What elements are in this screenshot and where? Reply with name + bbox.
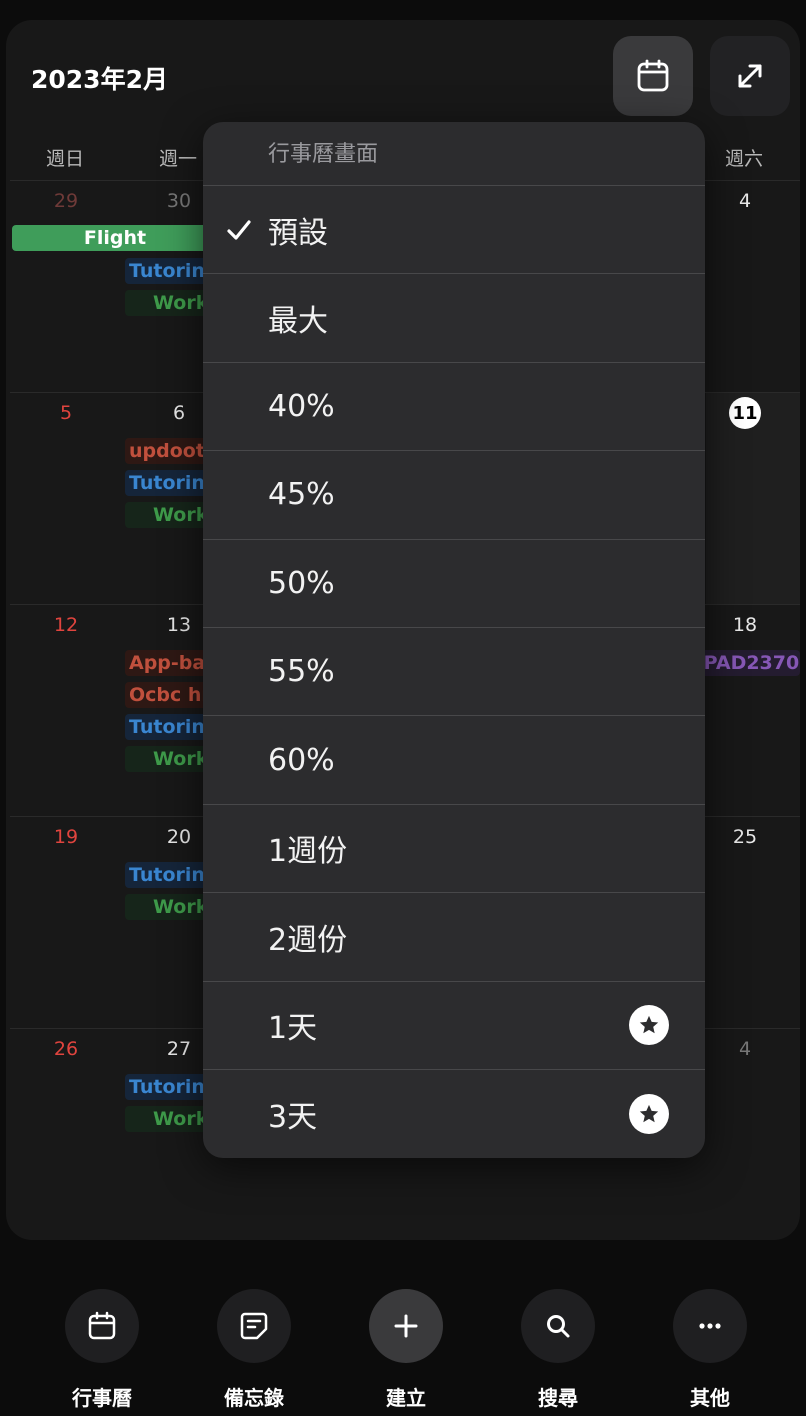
today-badge[interactable]: 11: [729, 397, 761, 429]
tab-label: 其他: [690, 1386, 730, 1410]
menu-item-1-week[interactable]: 1週份: [203, 805, 705, 894]
menu-item-label: 3天: [268, 1100, 318, 1136]
day-cell-number[interactable]: 19: [36, 826, 96, 848]
note-icon: [240, 1312, 268, 1340]
menu-item-label: 60%: [268, 742, 335, 778]
tab-calendar[interactable]: 行事曆: [47, 1289, 157, 1411]
month-title: 2023年2月: [31, 65, 168, 94]
day-cell-number[interactable]: 25: [715, 826, 775, 848]
day-cell-number[interactable]: 12: [36, 614, 96, 636]
day-cell-number[interactable]: 13: [149, 614, 209, 636]
day-cell-number[interactable]: 27: [149, 1038, 209, 1060]
menu-item-40[interactable]: 40%: [203, 363, 705, 452]
day-cell-number[interactable]: 20: [149, 826, 209, 848]
weekday-sat: 週六: [724, 148, 763, 170]
menu-item-60[interactable]: 60%: [203, 716, 705, 805]
tab-label: 行事曆: [72, 1386, 132, 1410]
menu-item-label: 45%: [268, 477, 335, 513]
tab-more[interactable]: 其他: [655, 1289, 765, 1411]
menu-item-label: 1天: [268, 1011, 318, 1047]
day-cell-number[interactable]: 26: [36, 1038, 96, 1060]
tab-more-circle[interactable]: [673, 1289, 747, 1363]
tab-memo-circle[interactable]: [217, 1289, 291, 1363]
menu-item-45[interactable]: 45%: [203, 451, 705, 540]
tab-label: 搜尋: [538, 1386, 578, 1410]
day-cell-number[interactable]: 18: [715, 614, 775, 636]
menu-item-3-days[interactable]: 3天: [203, 1070, 705, 1158]
search-icon: [547, 1315, 570, 1338]
weekday-sun: 週日: [45, 148, 84, 170]
menu-item-label: 1週份: [268, 834, 348, 870]
expand-button[interactable]: [710, 36, 790, 116]
menu-item-label: 50%: [268, 565, 335, 601]
menu-item-label: 40%: [268, 388, 335, 424]
premium-star-icon: [629, 1005, 669, 1046]
day-cell-number[interactable]: 6: [149, 402, 209, 424]
menu-item-label: 2週份: [268, 922, 348, 958]
calendar-icon: [637, 59, 669, 92]
calendar-view-button[interactable]: [613, 36, 693, 116]
menu-item-label: 最大: [268, 304, 328, 340]
calendar-view-menu: 行事曆畫面 預設 最大 40% 45% 50% 55% 60% 1週份 2週份 …: [203, 122, 705, 1158]
menu-item-1-day[interactable]: 1天: [203, 982, 705, 1070]
tab-calendar-circle[interactable]: [65, 1289, 139, 1363]
tab-create-circle[interactable]: [369, 1289, 443, 1363]
day-cell-number[interactable]: 5: [36, 402, 96, 424]
calendar-icon: [88, 1311, 116, 1340]
day-cell-number[interactable]: 30: [149, 190, 209, 212]
menu-item-default[interactable]: 預設: [203, 186, 705, 275]
premium-star-icon: [629, 1094, 669, 1135]
tab-memo[interactable]: 備忘錄: [199, 1289, 309, 1411]
day-cell-number[interactable]: 29: [36, 190, 96, 212]
menu-item-50[interactable]: 50%: [203, 540, 705, 628]
menu-item-max[interactable]: 最大: [203, 274, 705, 363]
plus-icon: [394, 1314, 418, 1338]
tab-search[interactable]: 搜尋: [503, 1289, 613, 1411]
tab-search-circle[interactable]: [521, 1289, 595, 1363]
menu-item-55[interactable]: 55%: [203, 628, 705, 717]
tab-label: 備忘錄: [224, 1386, 284, 1410]
expand-icon: [738, 64, 762, 88]
menu-title: 行事曆畫面: [203, 122, 705, 186]
tab-create[interactable]: 建立: [351, 1289, 461, 1411]
event-flight[interactable]: Flight: [12, 225, 218, 251]
day-cell-number[interactable]: 4: [715, 1038, 775, 1060]
more-icon: [699, 1323, 721, 1329]
menu-item-label: 預設: [268, 215, 328, 251]
menu-item-label: 55%: [268, 654, 335, 690]
menu-item-2-weeks[interactable]: 2週份: [203, 893, 705, 982]
tab-label: 建立: [386, 1386, 426, 1410]
day-cell-number[interactable]: 4: [715, 190, 775, 212]
checkmark-icon: [227, 220, 251, 240]
